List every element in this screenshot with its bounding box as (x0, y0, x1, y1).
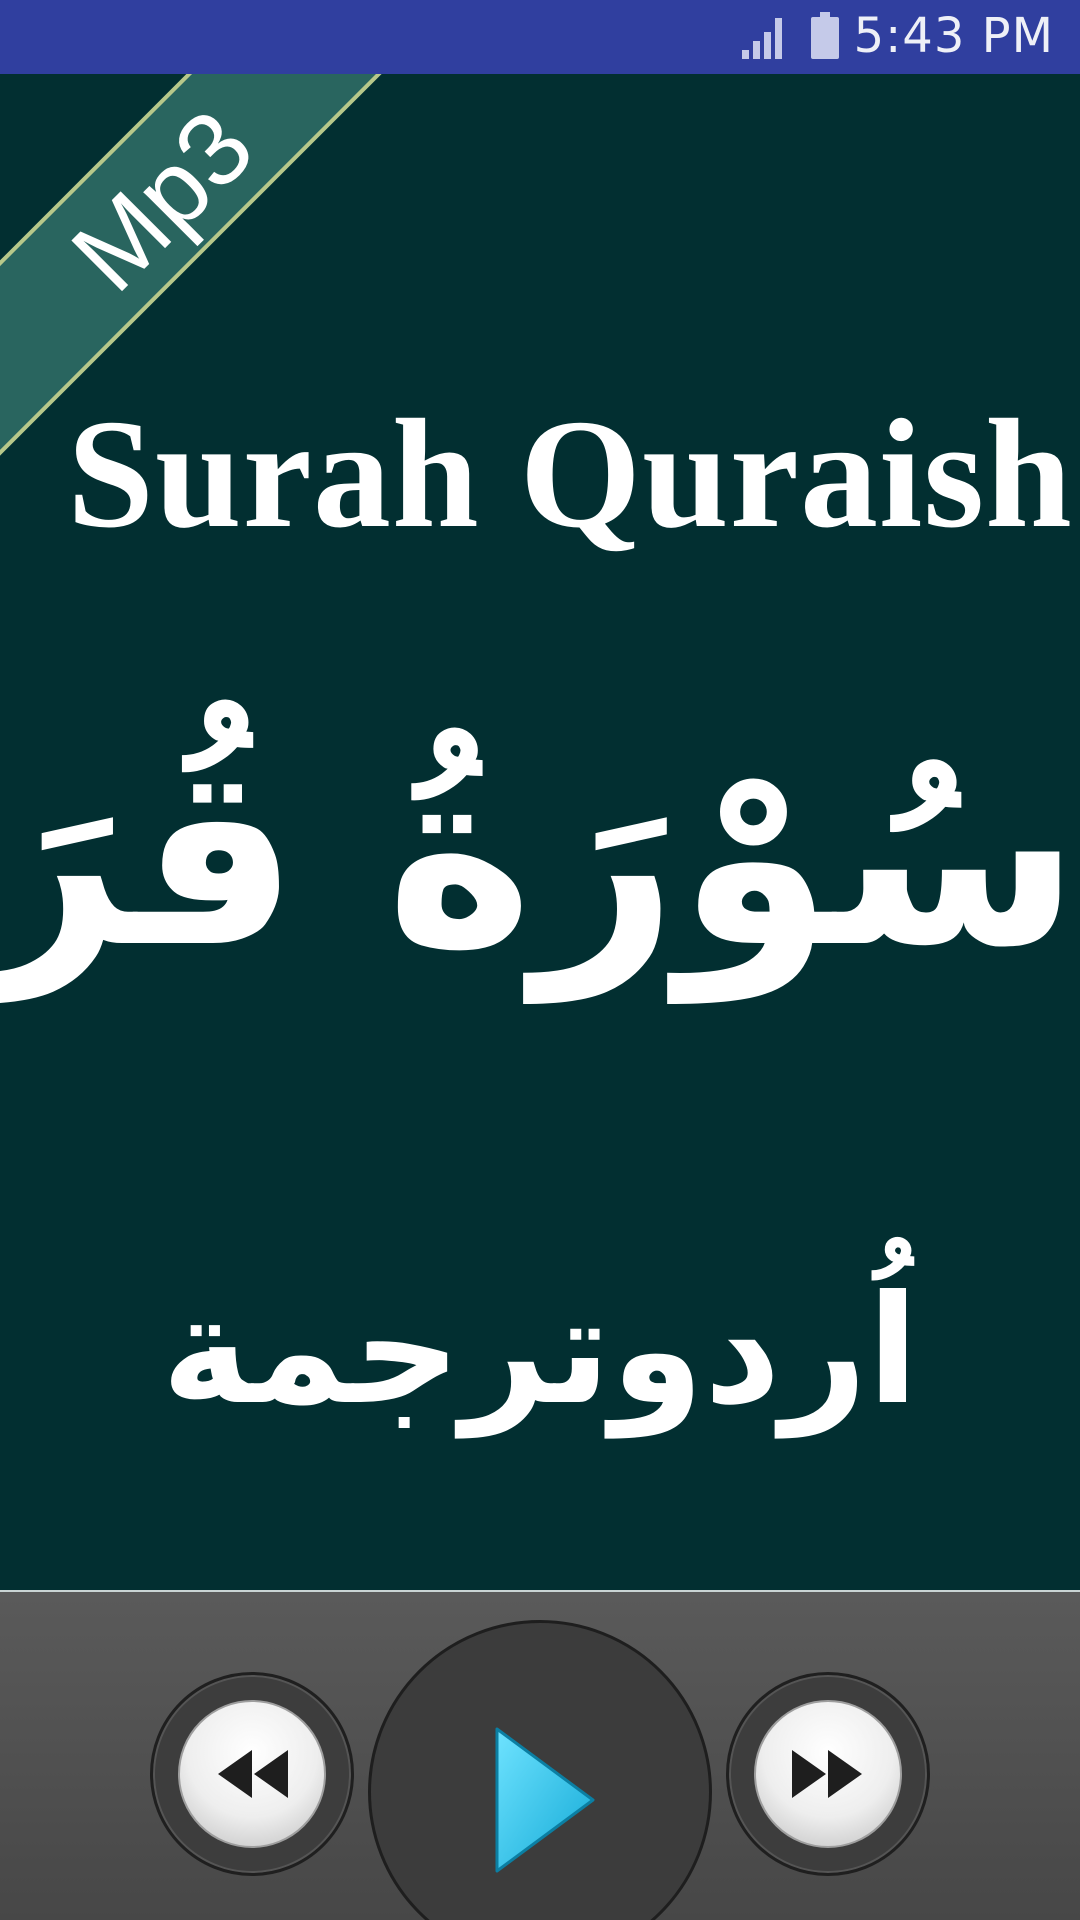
cover-banner: Mp3 Surah Quraish سُوْرَةُ قُرَيش اُردوت… (0, 74, 1080, 1590)
urdu-subtitle: اُردوترجمة (161, 1264, 919, 1438)
status-time: 5:43 PM (853, 8, 1054, 64)
play-icon (495, 1727, 595, 1873)
signal-icon (742, 18, 782, 59)
app-screen: 5:43 PM Mp3 Surah Quraish سُوْرَةُ قُرَي… (0, 0, 1080, 1920)
ribbon-label: Mp3 (50, 88, 276, 314)
english-title: Surah Quraish (67, 387, 1073, 560)
rewind-button[interactable] (178, 1700, 326, 1848)
fast-forward-button[interactable] (754, 1700, 902, 1848)
player-controls (0, 1592, 1080, 1920)
battery-icon (811, 12, 839, 59)
status-bar: 5:43 PM (0, 0, 1080, 74)
rewind-icon (218, 1750, 288, 1798)
fast-forward-icon (792, 1750, 862, 1798)
arabic-title: سُوْرَةُ قُرَيش (0, 711, 1080, 1002)
play-button[interactable] (368, 1620, 712, 1920)
